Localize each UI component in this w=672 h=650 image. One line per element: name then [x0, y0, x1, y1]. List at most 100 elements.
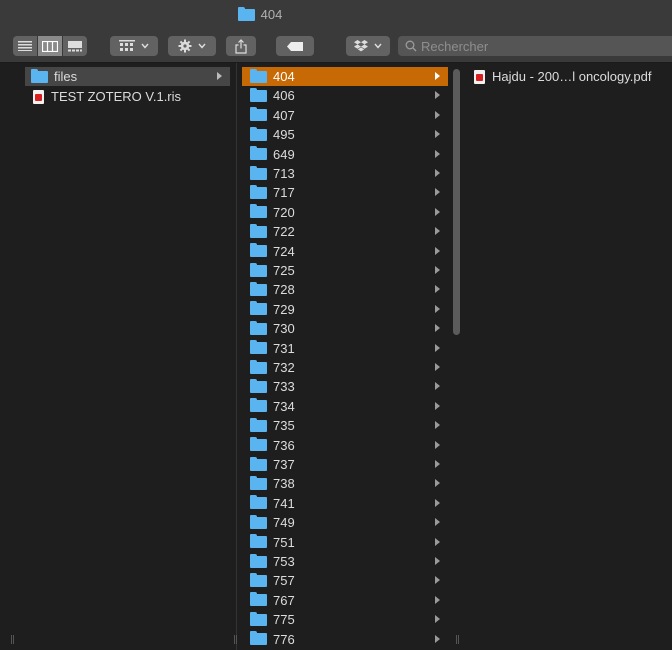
- column-view-button[interactable]: [38, 36, 63, 56]
- column2-item-folder[interactable]: 749: [242, 513, 448, 532]
- column-resize-handle[interactable]: [456, 635, 459, 644]
- folder-icon: [250, 340, 267, 355]
- folder-icon: [250, 475, 267, 490]
- document-icon: [33, 89, 44, 104]
- item-label: 736: [273, 437, 295, 453]
- grid-icon: [119, 40, 135, 51]
- folder-icon: [250, 378, 267, 393]
- chevron-down-icon: [198, 43, 206, 49]
- item-label: 717: [273, 185, 295, 201]
- gear-icon: [178, 39, 192, 53]
- disclosure-arrow-icon: [435, 401, 440, 410]
- item-label: 733: [273, 379, 295, 395]
- folder-icon: [250, 146, 267, 161]
- item-label: files: [54, 69, 78, 84]
- column-2[interactable]: 404 406 407 495 649 713 717 720 722 724 725 728 729 7…: [234, 63, 462, 650]
- column2-item-folder[interactable]: 724: [242, 242, 448, 261]
- column1-item-ris-file[interactable]: TEST ZOTERO V.1.ris: [25, 87, 230, 106]
- tags-button[interactable]: [276, 36, 314, 56]
- column2-item-folder[interactable]: 495: [242, 125, 448, 144]
- list-view-button[interactable]: [13, 36, 38, 56]
- column2-item-folder[interactable]: 734: [242, 397, 448, 416]
- column2-item-folder[interactable]: 757: [242, 571, 448, 590]
- disclosure-arrow-icon: [435, 343, 440, 352]
- column-resize-handle[interactable]: [234, 635, 237, 644]
- column2-item-folder[interactable]: 767: [242, 591, 448, 610]
- folder-icon: [250, 417, 267, 432]
- disclosure-arrow-icon: [435, 110, 440, 119]
- folder-icon: [250, 320, 267, 335]
- column2-item-folder[interactable]: 730: [242, 319, 448, 338]
- search-input[interactable]: [421, 38, 661, 54]
- column2-item-folder[interactable]: 720: [242, 203, 448, 222]
- folder-icon: [250, 281, 267, 296]
- share-button[interactable]: [226, 36, 256, 56]
- column2-item-folder[interactable]: 733: [242, 377, 448, 396]
- window-title-text: 404: [260, 7, 283, 22]
- column2-item-folder[interactable]: 741: [242, 494, 448, 513]
- disclosure-arrow-icon: [435, 130, 440, 139]
- column-2-scrollbar[interactable]: [453, 69, 460, 335]
- column2-item-folder[interactable]: 776: [242, 630, 448, 649]
- item-label: 753: [273, 554, 295, 569]
- item-label: 729: [273, 301, 295, 317]
- column2-item-folder[interactable]: 725: [242, 261, 448, 280]
- column-view-icon: [42, 40, 58, 52]
- column2-item-folder[interactable]: 713: [242, 164, 448, 183]
- disclosure-arrow-icon: [435, 91, 440, 100]
- folder-icon: [250, 553, 267, 568]
- column2-item-folder[interactable]: 717: [242, 183, 448, 202]
- column1-item-files[interactable]: files: [25, 67, 230, 86]
- action-menu-button[interactable]: [168, 36, 216, 56]
- disclosure-arrow-icon: [435, 266, 440, 274]
- disclosure-arrow-icon: [435, 363, 440, 371]
- disclosure-arrow-icon: [435, 576, 440, 585]
- disclosure-arrow-icon: [435, 479, 440, 488]
- column2-item-folder[interactable]: 738: [242, 474, 448, 493]
- folder-icon: [250, 631, 267, 646]
- folder-icon: [250, 87, 267, 102]
- column2-item-folder[interactable]: 722: [242, 222, 448, 241]
- column2-item-folder[interactable]: 729: [242, 300, 448, 319]
- disclosure-arrow-icon: [435, 207, 440, 216]
- column2-item-folder[interactable]: 751: [242, 533, 448, 552]
- column2-item-folder[interactable]: 407: [242, 106, 448, 125]
- dropbox-button[interactable]: [346, 36, 390, 56]
- column2-item-folder[interactable]: 753: [242, 552, 448, 571]
- folder-icon: [250, 223, 267, 238]
- column2-item-folder[interactable]: 732: [242, 358, 448, 377]
- folder-icon: [250, 68, 267, 83]
- column2-item-folder[interactable]: 404: [242, 67, 448, 86]
- item-label: 649: [273, 146, 295, 162]
- item-label: 734: [273, 398, 295, 414]
- gallery-view-button[interactable]: [63, 36, 87, 56]
- disclosure-arrow-icon: [435, 634, 440, 643]
- folder-icon: [250, 107, 267, 122]
- item-label: 767: [273, 592, 295, 608]
- column2-item-folder[interactable]: 731: [242, 339, 448, 358]
- search-field[interactable]: [398, 36, 672, 56]
- search-icon: [405, 40, 417, 52]
- item-label: 738: [273, 476, 295, 492]
- folder-icon: [250, 301, 267, 316]
- column3-item-pdf[interactable]: Hajdu - 200…l oncology.pdf: [474, 67, 669, 86]
- column2-item-folder[interactable]: 775: [242, 610, 448, 629]
- item-label: 749: [273, 515, 295, 531]
- item-label: 731: [273, 340, 295, 356]
- item-label: 406: [273, 88, 295, 104]
- column2-item-folder[interactable]: 728: [242, 280, 448, 299]
- disclosure-arrow-icon: [435, 72, 440, 80]
- group-by-button[interactable]: [110, 36, 158, 56]
- column-3[interactable]: Hajdu - 200…l oncology.pdf: [456, 63, 672, 650]
- column2-item-folder[interactable]: 735: [242, 416, 448, 435]
- column-resize-handle[interactable]: [11, 635, 14, 644]
- item-label: 720: [273, 204, 295, 220]
- folder-icon: [250, 495, 267, 510]
- window-title: 404: [0, 6, 520, 22]
- column-1[interactable]: files TEST ZOTERO V.1.ris: [0, 63, 233, 650]
- column2-item-folder[interactable]: 736: [242, 436, 448, 455]
- column2-item-folder[interactable]: 737: [242, 455, 448, 474]
- folder-icon: [250, 165, 267, 180]
- column2-item-folder[interactable]: 406: [242, 86, 448, 105]
- column2-item-folder[interactable]: 649: [242, 145, 448, 164]
